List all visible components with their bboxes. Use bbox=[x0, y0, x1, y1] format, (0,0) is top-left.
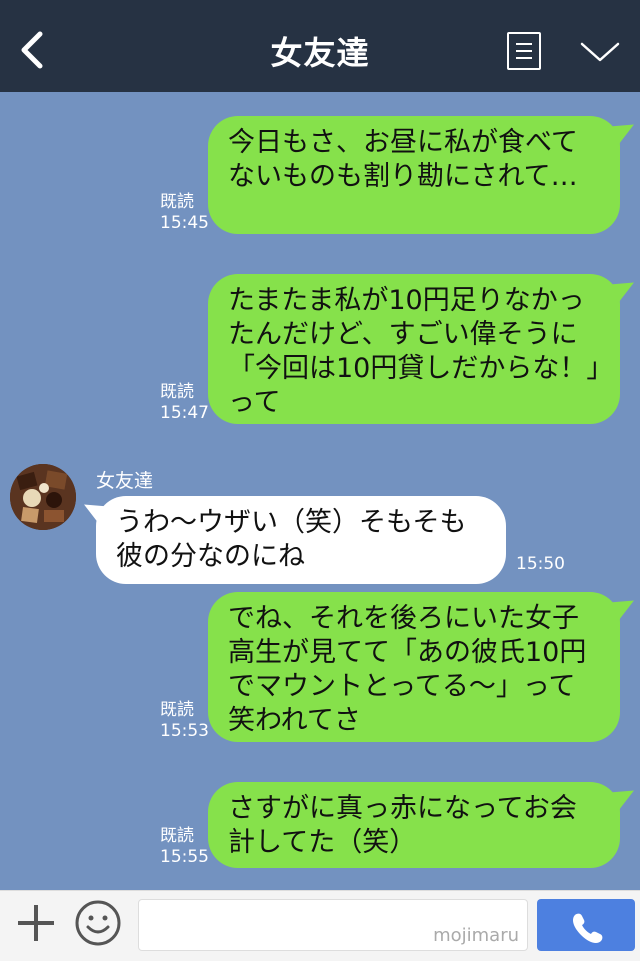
friend-message-bubble[interactable]: うわ〜ウザい（笑）そもそも彼の分なのにね bbox=[96, 496, 506, 584]
chat-header: 女友達 bbox=[0, 0, 640, 92]
message-time: 15:53 bbox=[160, 721, 209, 741]
watermark: mojimaru bbox=[433, 925, 519, 946]
input-bar: mojimaru bbox=[0, 890, 640, 961]
sender-name: 女友達 bbox=[96, 470, 154, 492]
my-message-bubble[interactable]: 今日もさ、お昼に私が食べてないものも割り勘にされて… bbox=[208, 116, 620, 234]
message-meta: 既読 15:47 bbox=[160, 382, 209, 424]
message-input[interactable]: mojimaru bbox=[138, 899, 528, 951]
call-button[interactable] bbox=[537, 899, 635, 951]
message-time: 15:50 bbox=[516, 554, 565, 574]
read-receipt: 既読 bbox=[160, 192, 194, 212]
message-meta: 既読 15:55 bbox=[160, 826, 209, 868]
phone-icon bbox=[573, 913, 603, 943]
read-receipt: 既読 bbox=[160, 826, 194, 846]
message-time: 15:45 bbox=[160, 213, 209, 233]
smiley-icon[interactable] bbox=[74, 899, 122, 947]
friend-avatar[interactable] bbox=[10, 464, 76, 530]
chevron-down-icon[interactable] bbox=[580, 40, 620, 64]
message-meta: 既読 15:53 bbox=[160, 700, 209, 742]
message-time: 15:55 bbox=[160, 847, 209, 867]
chat-area[interactable]: 今日もさ、お昼に私が食べてないものも割り勘にされて… 既読 15:45 たまたま… bbox=[0, 92, 640, 890]
my-message-bubble[interactable]: さすがに真っ赤になってお会計してた（笑） bbox=[208, 782, 620, 868]
note-menu-icon[interactable] bbox=[507, 32, 541, 70]
plus-icon[interactable] bbox=[14, 901, 58, 945]
read-receipt: 既読 bbox=[160, 700, 194, 720]
my-message-bubble[interactable]: でね、それを後ろにいた女子高生が見てて「あの彼氏10円でマウントとってる〜」って… bbox=[208, 592, 620, 742]
message-time: 15:47 bbox=[160, 403, 209, 423]
read-receipt: 既読 bbox=[160, 382, 194, 402]
chat-title: 女友達 bbox=[270, 34, 370, 72]
message-meta: 既読 15:45 bbox=[160, 192, 209, 234]
my-message-bubble[interactable]: たまたま私が10円足りなかったんだけど、すごい偉そうに「今回は10円貸しだからな… bbox=[208, 274, 620, 424]
